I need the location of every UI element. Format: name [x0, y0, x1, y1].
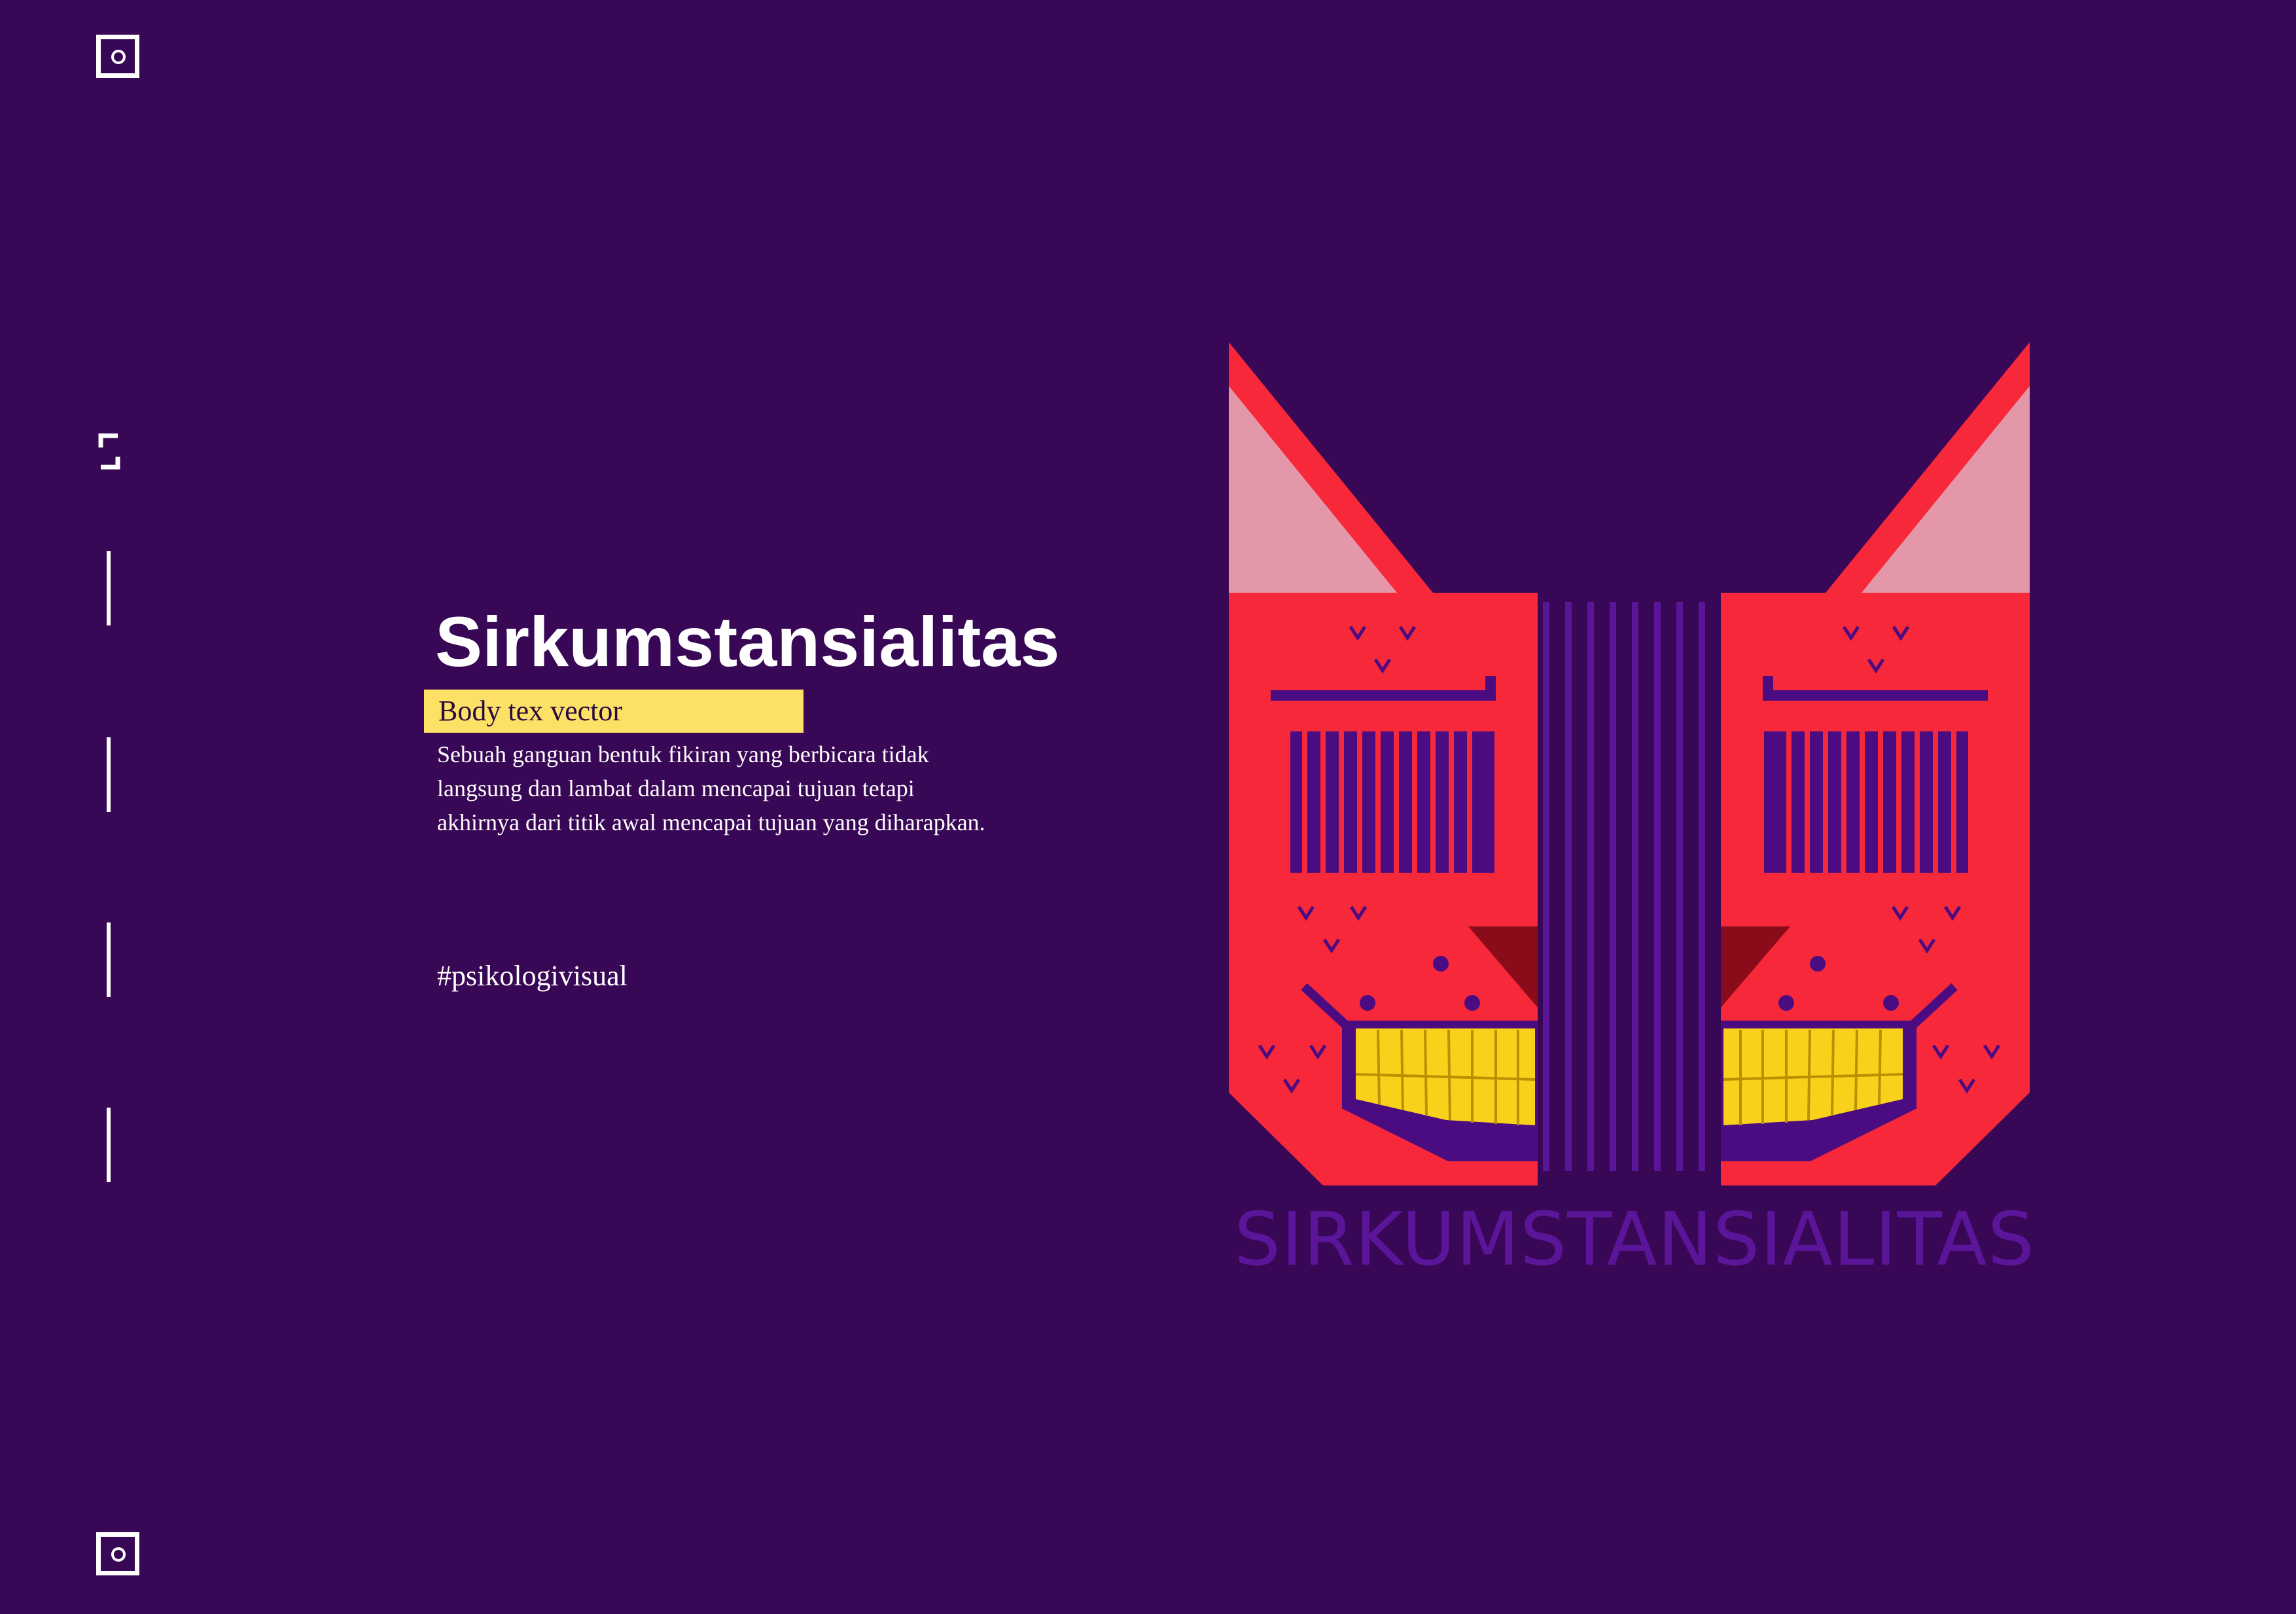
right-half-face — [1721, 342, 2030, 1185]
divider-line — [107, 922, 111, 997]
divider-line — [107, 1108, 111, 1182]
focus-square-icon — [96, 35, 139, 78]
hashtag: #psikologivisual — [437, 960, 627, 992]
divider-line — [107, 737, 111, 812]
logo-wordmark: SIRKUMSTANSIALITAS — [1234, 1197, 2035, 1282]
body-text: Sebuah ganguan bentuk fikiran yang berbi… — [437, 741, 985, 835]
left-half-face — [1229, 342, 1538, 1185]
divider-line — [107, 551, 111, 625]
bracket-icon — [98, 433, 120, 470]
focus-square-icon — [96, 1532, 139, 1575]
page-title: Sirkumstansialitas — [435, 602, 1060, 681]
cat-mask-illustration — [1224, 340, 2035, 1191]
subtitle-badge: Body tex vector — [424, 690, 804, 733]
